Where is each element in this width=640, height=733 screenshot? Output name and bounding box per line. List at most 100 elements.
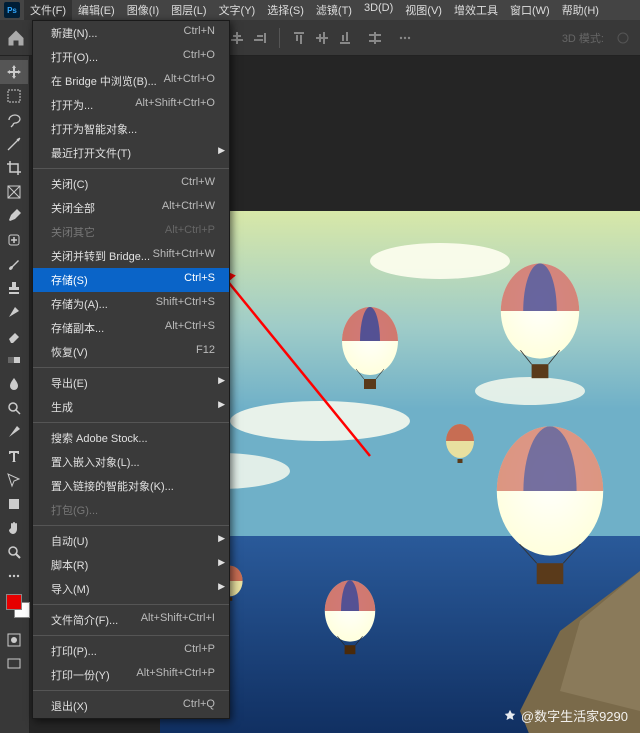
tool-stamp[interactable] [0,276,28,300]
menu-shortcut: Alt+Ctrl+P [165,224,215,240]
tool-eraser[interactable] [0,324,28,348]
distribute-icon[interactable] [364,27,386,49]
menu-label: 置入嵌入对象(L)... [51,454,140,470]
menu-label: 打包(G)... [51,502,98,518]
submenu-arrow-icon: ▶ [218,375,225,386]
menubar-item-4[interactable]: 文字(Y) [213,0,262,20]
tool-history[interactable] [0,300,28,324]
menubar-item-10[interactable]: 窗口(W) [504,0,556,20]
home-icon[interactable] [6,28,26,48]
menu-item[interactable]: 搜索 Adobe Stock... [33,426,229,450]
menu-item[interactable]: 新建(N)...Ctrl+N [33,21,229,45]
menu-item[interactable]: 恢复(V)F12 [33,340,229,364]
tool-shape[interactable] [0,492,28,516]
align-middle-v-icon[interactable] [311,27,333,49]
menu-label: 退出(X) [51,698,88,714]
ps-logo-icon: Ps [4,2,20,18]
menu-item[interactable]: 打开为...Alt+Shift+Ctrl+O [33,93,229,117]
menubar-item-9[interactable]: 增效工具 [448,0,504,20]
align-bottom-icon[interactable] [334,27,356,49]
menu-label: 存储(S) [51,272,88,288]
menu-item[interactable]: 文件简介(F)...Alt+Shift+Ctrl+I [33,608,229,632]
tool-pen[interactable] [0,420,28,444]
separator [279,28,280,48]
menu-shortcut: Ctrl+O [183,49,215,65]
menu-separator [33,635,229,636]
menu-item[interactable]: 置入链接的智能对象(K)... [33,474,229,498]
document-image [160,211,640,733]
menu-shortcut: Shift+Ctrl+S [156,296,215,312]
menu-item[interactable]: 打开为智能对象... [33,117,229,141]
menubar-item-1[interactable]: 编辑(E) [72,0,121,20]
tool-wand[interactable] [0,132,28,156]
menu-item[interactable]: 脚本(R)▶ [33,553,229,577]
menu-item[interactable]: 关闭全部Alt+Ctrl+W [33,196,229,220]
submenu-arrow-icon: ▶ [218,399,225,410]
menu-item[interactable]: 在 Bridge 中浏览(B)... Alt+Ctrl+O [33,69,229,93]
align-right-icon[interactable] [249,27,271,49]
watermark-text: @数字生活家9290 [521,706,628,725]
menu-shortcut: Alt+Ctrl+O [164,73,215,89]
fg-color[interactable] [6,594,22,610]
tool-blur[interactable] [0,372,28,396]
tool-more[interactable] [0,564,28,588]
menu-label: 存储为(A)... [51,296,108,312]
menu-item[interactable]: 打印(P)...Ctrl+P [33,639,229,663]
menu-label: 关闭其它 [51,224,95,240]
menubar-item-5[interactable]: 选择(S) [261,0,310,20]
menubar-item-8[interactable]: 视图(V) [399,0,448,20]
menu-item[interactable]: 存储(S)Ctrl+S [33,268,229,292]
menu-label: 在 Bridge 中浏览(B)... [51,73,157,89]
tool-heal[interactable] [0,228,28,252]
tool-zoom[interactable] [0,540,28,564]
menu-item[interactable]: 关闭并转到 Bridge...Shift+Ctrl+W [33,244,229,268]
screen-mode-icon[interactable] [0,652,28,676]
menu-item: 打包(G)... [33,498,229,522]
menubar-item-2[interactable]: 图像(I) [121,0,165,20]
menu-item[interactable]: 自动(U)▶ [33,529,229,553]
menu-item[interactable]: 置入嵌入对象(L)... [33,450,229,474]
tool-lasso[interactable] [0,108,28,132]
menu-item[interactable]: 存储副本...Alt+Ctrl+S [33,316,229,340]
menu-label: 搜索 Adobe Stock... [51,430,148,446]
quick-mask-icon[interactable] [0,628,28,652]
menu-item[interactable]: 存储为(A)... Shift+Ctrl+S [33,292,229,316]
menubar-item-3[interactable]: 图层(L) [165,0,212,20]
menubar-item-0[interactable]: 文件(F) [24,0,72,20]
file-menu-dropdown: 新建(N)...Ctrl+N打开(O)...Ctrl+O在 Bridge 中浏览… [32,20,230,719]
menu-item: 关闭其它 Alt+Ctrl+P [33,220,229,244]
tool-frame[interactable] [0,180,28,204]
menu-item[interactable]: 退出(X) Ctrl+Q [33,694,229,718]
tool-text[interactable] [0,444,28,468]
menu-separator [33,525,229,526]
menu-item[interactable]: 打开(O)...Ctrl+O [33,45,229,69]
tool-marquee[interactable] [0,84,28,108]
menubar-item-6[interactable]: 滤镜(T) [310,0,358,20]
tool-gradient[interactable] [0,348,28,372]
menu-item[interactable]: 关闭(C)Ctrl+W [33,172,229,196]
tool-path[interactable] [0,468,28,492]
tool-move[interactable] [0,60,28,84]
menubar-item-7[interactable]: 3D(D) [358,0,399,20]
submenu-arrow-icon: ▶ [218,533,225,544]
tool-eyedropper[interactable] [0,204,28,228]
menubar-item-11[interactable]: 帮助(H) [556,0,605,20]
menu-label: 新建(N)... [51,25,97,41]
menu-item[interactable]: 打印一份(Y)Alt+Shift+Ctrl+P [33,663,229,687]
menu-item[interactable]: 导入(M)▶ [33,577,229,601]
menu-item[interactable]: 最近打开文件(T)▶ [33,141,229,165]
tool-brush[interactable] [0,252,28,276]
more-icon[interactable] [394,27,416,49]
tool-hand[interactable] [0,516,28,540]
color-swatch[interactable] [4,594,25,622]
menu-item[interactable]: 生成▶ [33,395,229,419]
menu-shortcut: Ctrl+Q [183,698,215,714]
menu-item[interactable]: 导出(E)▶ [33,371,229,395]
left-toolbar [0,56,30,733]
tool-dodge[interactable] [0,396,28,420]
tool-crop[interactable] [0,156,28,180]
menu-label: 脚本(R) [51,557,88,573]
menu-shortcut: Alt+Ctrl+W [162,200,215,216]
menu-separator [33,422,229,423]
align-top-icon[interactable] [288,27,310,49]
